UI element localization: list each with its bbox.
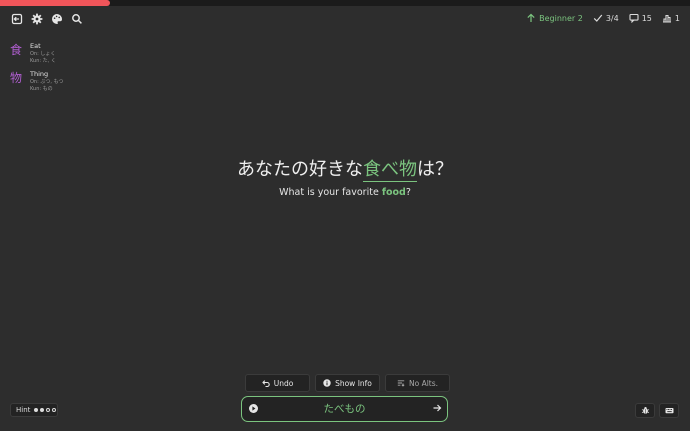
toolbar <box>11 13 83 25</box>
reviews-count: 15 <box>641 13 652 23</box>
rank-count: 1 <box>674 13 680 23</box>
sentence-after: は？ <box>417 159 453 180</box>
hint-button[interactable]: Hint <box>10 403 58 417</box>
progress-fill <box>0 0 111 6</box>
progress-bar <box>0 0 690 6</box>
info-icon <box>323 379 331 387</box>
answer-input[interactable]: たべもの <box>241 396 448 422</box>
rank-stat: 1 <box>662 13 680 23</box>
leaderboard-icon <box>662 14 671 23</box>
translation-after: ? <box>405 187 411 198</box>
english-translation: What is your favorite food? <box>0 187 690 198</box>
translation-highlight: food <box>381 187 406 198</box>
japanese-sentence: あなたの好きな食べ物は？ <box>0 155 690 182</box>
kanji-list: 食 Eat On: しょく Kun: た, く 物 Thing On: ぶつ, … <box>10 42 63 98</box>
hint-label: Hint <box>16 406 31 414</box>
stats-bar: Beginner 2 3/4 15 1 <box>526 13 680 23</box>
arrow-up-icon <box>527 13 535 22</box>
undo-button[interactable]: Undo <box>245 374 310 392</box>
search-icon[interactable] <box>71 13 83 25</box>
palette-icon[interactable] <box>51 13 63 25</box>
hint-dot-empty <box>52 408 57 412</box>
kanji-item[interactable]: 食 Eat On: しょく Kun: た, く <box>10 42 63 64</box>
kanji-kun-reading: Kun: もの <box>30 85 53 92</box>
exit-icon[interactable] <box>11 13 23 25</box>
done-count: 3/4 <box>605 13 619 23</box>
action-row: Undo Show Info No Alts. <box>245 374 450 392</box>
show-info-label: Show Info <box>335 378 372 388</box>
sentence-before: あなたの好きな <box>237 159 363 180</box>
hint-dot-empty <box>46 408 51 412</box>
kanji-meaning: Thing <box>30 70 49 78</box>
undo-label: Undo <box>273 378 294 388</box>
hint-dot-filled <box>40 408 45 412</box>
translation-before: What is your favorite <box>279 187 382 198</box>
kanji-kun-reading: Kun: た, く <box>30 57 56 64</box>
keyboard-button[interactable] <box>659 403 679 418</box>
kanji-character: 物 <box>10 71 23 85</box>
checkmark-icon <box>593 14 603 22</box>
no-alts-button[interactable]: No Alts. <box>385 374 450 392</box>
level-stat[interactable]: Beginner 2 <box>526 13 583 23</box>
reviews-stat: 15 <box>629 13 652 23</box>
undo-icon <box>261 380 270 387</box>
play-audio-icon[interactable] <box>249 404 258 413</box>
no-alts-label: No Alts. <box>408 378 439 388</box>
hint-dots <box>34 408 57 412</box>
kanji-item[interactable]: 物 Thing On: ぶつ, もつ Kun: もの <box>10 70 63 92</box>
chat-icon <box>629 13 639 23</box>
bug-icon <box>641 407 649 414</box>
bug-report-button[interactable] <box>635 403 655 418</box>
submit-arrow-icon[interactable] <box>432 403 442 413</box>
gear-icon[interactable] <box>31 13 43 25</box>
show-info-button[interactable]: Show Info <box>315 374 380 392</box>
kanji-character: 食 <box>10 43 23 57</box>
level-label: Beginner 2 <box>539 13 583 23</box>
done-stat: 3/4 <box>593 13 619 23</box>
keyboard-icon <box>665 408 673 414</box>
sentence-target-word[interactable]: 食べ物 <box>363 159 417 182</box>
answer-value: たべもの <box>323 403 366 415</box>
hint-dot-filled <box>34 408 39 412</box>
alternatives-icon <box>397 380 405 387</box>
kanji-meaning: Eat <box>30 42 41 50</box>
